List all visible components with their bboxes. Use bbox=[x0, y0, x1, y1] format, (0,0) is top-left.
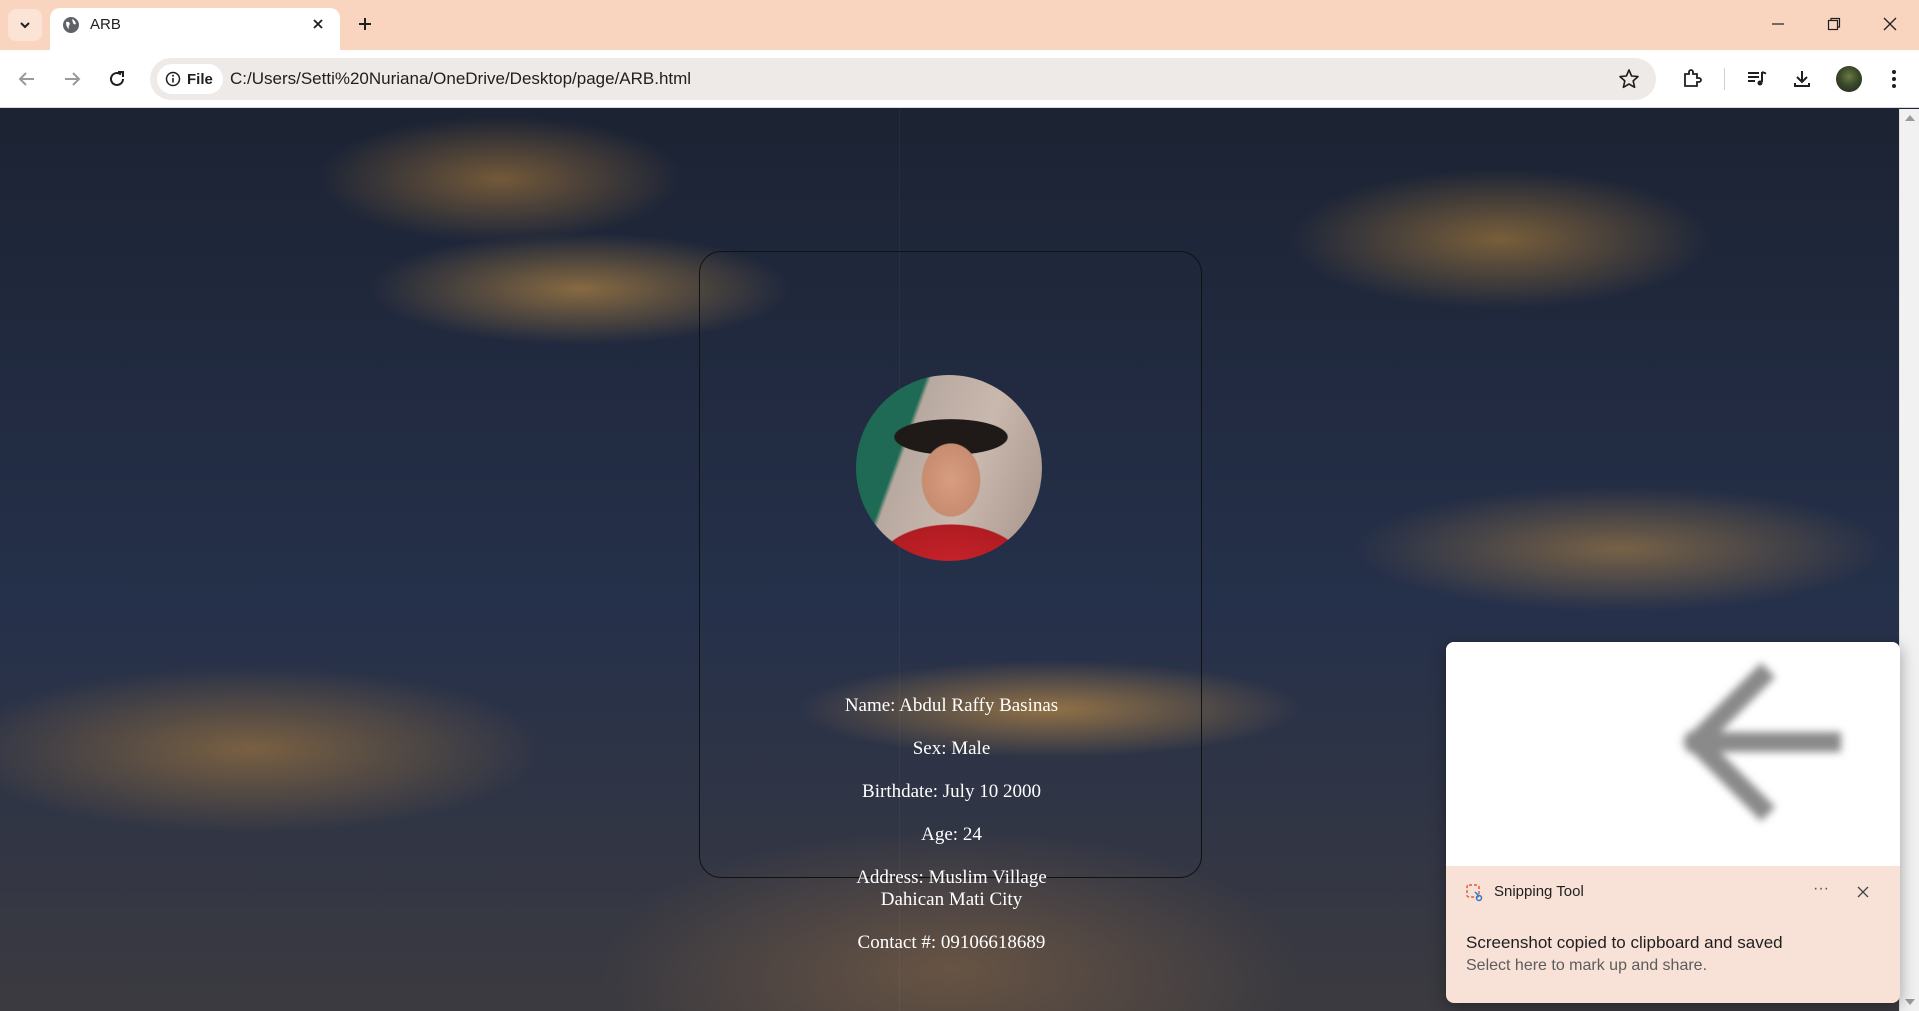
star-icon[interactable] bbox=[1618, 68, 1640, 90]
browser-menu-button[interactable] bbox=[1879, 64, 1909, 94]
tab-bar: ARB bbox=[0, 0, 1919, 50]
toolbar-separator bbox=[1724, 68, 1725, 90]
scroll-down-arrow[interactable] bbox=[1905, 999, 1915, 1005]
age-text: Age: 24 bbox=[921, 824, 982, 845]
close-icon bbox=[1883, 17, 1897, 31]
sex-text: Sex: Male bbox=[912, 738, 991, 759]
file-label: File bbox=[187, 70, 213, 88]
address-line-1: Address: Muslim Village bbox=[856, 867, 1047, 888]
browser-tab[interactable]: ARB bbox=[50, 8, 340, 50]
restore-button[interactable] bbox=[1814, 10, 1854, 38]
site-info-chip[interactable]: File bbox=[157, 64, 223, 94]
arrow-left-icon bbox=[1681, 662, 1841, 822]
address-line-2: Dahican Mati City bbox=[880, 889, 1023, 910]
plus-icon bbox=[359, 18, 371, 30]
downloads-button[interactable] bbox=[1787, 64, 1817, 94]
back-icon bbox=[18, 72, 34, 86]
forward-icon bbox=[65, 72, 81, 86]
restore-icon bbox=[1827, 17, 1841, 31]
toast-app-name: Snipping Tool bbox=[1494, 883, 1584, 900]
download-icon bbox=[1794, 71, 1810, 87]
name-text: Name: Abdul Raffy Basinas bbox=[844, 695, 1059, 716]
close-icon bbox=[1857, 886, 1869, 898]
info-icon bbox=[165, 71, 181, 87]
scroll-up-arrow[interactable] bbox=[1905, 115, 1915, 121]
toast-sub-message: Select here to mark up and share. bbox=[1466, 957, 1708, 974]
profile-card: Name: Abdul Raffy Basinas Sex: Male Birt… bbox=[699, 251, 1202, 953]
screenshot-preview[interactable] bbox=[1446, 642, 1900, 866]
vertical-scrollbar[interactable] bbox=[1899, 109, 1919, 1011]
close-window-button[interactable] bbox=[1870, 10, 1910, 38]
reload-button[interactable] bbox=[102, 64, 132, 94]
reload-icon bbox=[110, 71, 124, 86]
profile-photo bbox=[856, 375, 1042, 561]
tab-close-button[interactable] bbox=[308, 14, 328, 34]
forward-button[interactable] bbox=[57, 64, 87, 94]
back-button[interactable] bbox=[12, 64, 42, 94]
snipping-tool-notification[interactable]: Snipping Tool ··· Screenshot copied to c… bbox=[1446, 642, 1900, 1003]
profile-avatar[interactable] bbox=[1836, 66, 1862, 92]
browser-toolbar: File C:/Users/Setti%20Nuriana/OneDrive/D… bbox=[0, 50, 1919, 108]
new-tab-button[interactable] bbox=[352, 11, 378, 37]
birthdate-text: Birthdate: July 10 2000 bbox=[862, 781, 1041, 802]
toast-close-button[interactable] bbox=[1851, 880, 1875, 904]
extensions-icon bbox=[1684, 69, 1702, 87]
toast-header: Snipping Tool ··· bbox=[1446, 866, 1900, 918]
contact-text: Contact #: 09106618689 bbox=[857, 932, 1046, 953]
url-text[interactable]: C:/Users/Setti%20Nuriana/OneDrive/Deskto… bbox=[230, 69, 691, 89]
media-control-button[interactable] bbox=[1742, 64, 1772, 94]
minimize-icon bbox=[1772, 23, 1784, 25]
menu-icon bbox=[1892, 70, 1896, 88]
tab-search-button[interactable] bbox=[8, 9, 42, 41]
chevron-down-icon bbox=[20, 22, 30, 29]
toast-message: Screenshot copied to clipboard and saved bbox=[1466, 933, 1783, 952]
tab-title: ARB bbox=[90, 16, 121, 33]
media-icon bbox=[1748, 71, 1767, 86]
globe-icon bbox=[63, 17, 79, 33]
minimize-button[interactable] bbox=[1758, 10, 1798, 38]
extensions-button[interactable] bbox=[1677, 64, 1707, 94]
close-icon bbox=[313, 19, 323, 29]
toast-more-button[interactable]: ··· bbox=[1806, 878, 1836, 904]
address-bar[interactable]: File C:/Users/Setti%20Nuriana/OneDrive/D… bbox=[150, 58, 1656, 100]
snipping-tool-icon bbox=[1466, 884, 1483, 902]
